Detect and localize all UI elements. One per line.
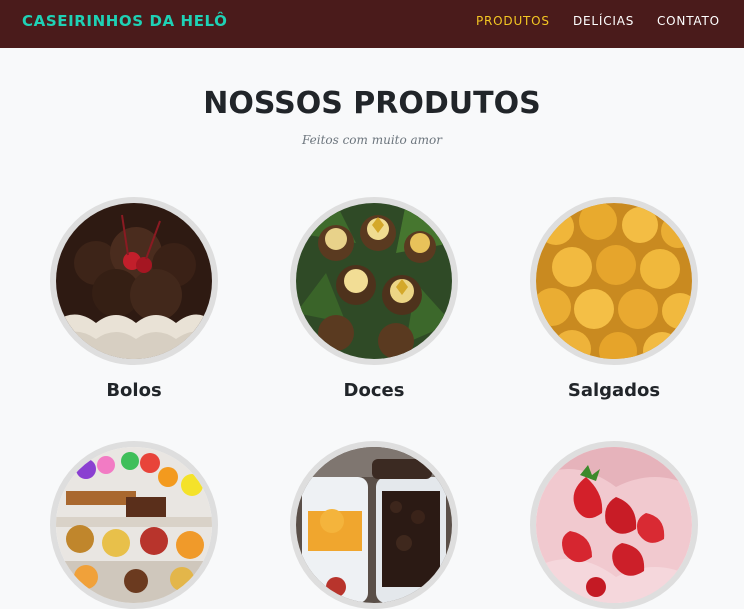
- brand-logo[interactable]: CASEIRINHOS DA HELÔ: [22, 12, 228, 30]
- product-image-bolos: [50, 197, 218, 365]
- product-image-party-table: [50, 441, 218, 609]
- product-image-salgados: [530, 197, 698, 365]
- product-title-doces: Doces: [343, 380, 405, 401]
- nav-link-delicias[interactable]: DELÍCIAS: [573, 14, 634, 28]
- nav-link-contato[interactable]: CONTATO: [657, 14, 720, 28]
- product-image-strawberry-dessert: [530, 441, 698, 609]
- section-title: NOSSOS PRODUTOS: [203, 86, 541, 121]
- product-image-doces: [290, 197, 458, 365]
- product-image-pots-desserts: [290, 441, 458, 609]
- product-title-salgados: Salgados: [567, 380, 661, 401]
- nav-link-produtos[interactable]: PRODUTOS: [476, 14, 550, 28]
- navbar: CASEIRINHOS DA HELÔ PRODUTOS DELÍCIAS CO…: [0, 0, 744, 48]
- product-title-bolos: Bolos: [106, 380, 162, 401]
- section-subtitle: Feitos com muito amor: [301, 133, 443, 147]
